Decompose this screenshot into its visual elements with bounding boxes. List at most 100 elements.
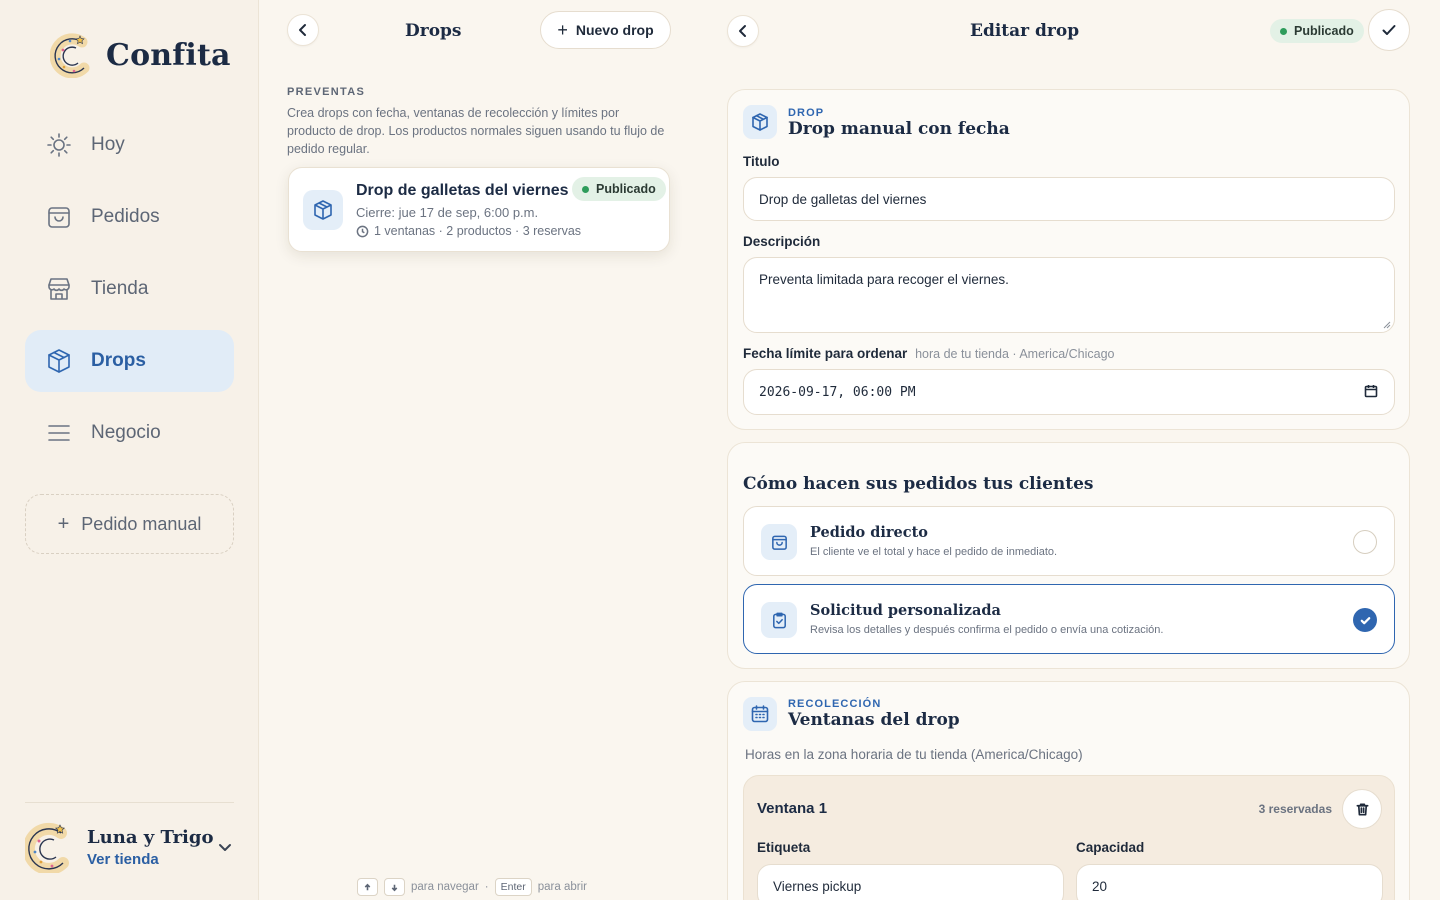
sidebar-item-pedidos[interactable]: Pedidos (25, 186, 234, 248)
drop-icon-tile (743, 105, 777, 139)
box-icon (48, 349, 70, 373)
editor-title: Editar drop (970, 21, 1080, 41)
sidebar-item-tienda[interactable]: Tienda (25, 258, 234, 320)
drop-card-meta-text: 1 ventanas · 2 productos · 3 reservas (374, 224, 582, 238)
section-eyebrow: PREVENTAS (287, 86, 366, 98)
plus-icon: + (57, 512, 70, 535)
manual-order-button[interactable]: + Pedido manual (25, 494, 234, 554)
drop-card-heading: Drop manual con fecha (788, 119, 1010, 139)
box-icon (752, 113, 768, 131)
main-nav: Hoy Pedidos Tienda Drops Negocio (25, 114, 234, 474)
drop-card-close: Cierre: jue 17 de sep, 6:00 p.m. (356, 205, 539, 220)
window-label-input[interactable]: Viernes pickup (757, 864, 1064, 900)
check-icon (1382, 25, 1396, 35)
edit-drop-pane: Editar drop Publicado DROP Drop manual c… (710, 0, 1440, 900)
deadline-datetime-input[interactable]: 2026-09-17, 06:00 PM (743, 369, 1395, 415)
section-description: Crea drops con fecha, ventanas de recole… (287, 106, 665, 156)
sidebar-item-label: Pedidos (91, 206, 160, 227)
drop-card-title: Drop de galletas del viernes (356, 182, 569, 199)
bag-icon (48, 207, 70, 228)
chevron-left-icon (299, 24, 306, 36)
deadline-label-text: Fecha límite para ordenar (743, 346, 908, 361)
drop-card[interactable]: Drop de galletas del viernes Publicado C… (288, 167, 670, 252)
radio-selected[interactable] (1353, 608, 1377, 632)
option-desc: El cliente ve el total y hace el pedido … (810, 546, 1058, 558)
window-capacity-value: 20 (1092, 878, 1108, 894)
description-textarea[interactable]: Preventa limitada para recoger el vierne… (743, 257, 1395, 333)
store-name: Luna y Trigo (87, 826, 214, 848)
sidebar-item-label: Tienda (91, 278, 149, 299)
arrow-down-key (384, 878, 405, 896)
calendar-icon-tile (743, 697, 777, 731)
delete-window-button[interactable] (1342, 789, 1382, 829)
clock-icon (356, 225, 369, 237)
store-avatar (25, 822, 69, 873)
list-title: Drops (405, 21, 462, 41)
store-profile[interactable]: Luna y Trigo Ver tienda (25, 820, 240, 874)
menu-icon (48, 425, 70, 441)
trash-icon (1356, 803, 1368, 815)
option-direct-order[interactable]: Pedido directo El cliente ve el total y … (743, 506, 1395, 576)
order-mode-title: Cómo hacen sus pedidos tus clientes (743, 474, 1094, 494)
radio-unselected[interactable] (1353, 530, 1377, 554)
new-drop-label: Nuevo drop (575, 22, 654, 38)
back-button[interactable] (287, 14, 319, 46)
window-capacity-input[interactable]: 20 (1076, 864, 1383, 900)
view-store-link[interactable]: Ver tienda (87, 851, 213, 868)
enter-key: Enter (494, 878, 532, 896)
brand[interactable]: Confita (50, 32, 231, 78)
title-input[interactable]: Drop de galletas del viernes (743, 177, 1395, 221)
pickup-window: Ventana 1 3 reservadas Etiqueta Capacida… (743, 775, 1395, 900)
check-icon (1360, 616, 1370, 624)
profile-text: Luna y Trigo Ver tienda (87, 827, 213, 868)
arrow-up-key (357, 878, 378, 896)
chevron-left-icon (739, 25, 746, 37)
save-button[interactable] (1368, 9, 1410, 51)
store-icon (48, 278, 70, 300)
pickup-hint: Horas en la zona horaria de tu tienda (A… (745, 747, 1083, 762)
bag-icon (771, 535, 787, 550)
option-title: Pedido directo (810, 524, 928, 541)
arrow-down-icon (391, 884, 398, 891)
title-label: Titulo (743, 154, 780, 169)
deadline-value: 2026-09-17, 06:00 PM (759, 384, 916, 400)
box-icon (314, 200, 332, 220)
drop-card-meta: 1 ventanas · 2 productos · 3 reservas (356, 224, 581, 238)
editor-back-button[interactable] (727, 15, 759, 47)
pickup-title: Ventanas del drop (788, 710, 960, 730)
drops-list-pane: Drops + Nuevo drop PREVENTAS Crea drops … (259, 0, 699, 900)
calendar-icon[interactable] (1364, 384, 1378, 398)
sun-icon (47, 133, 71, 157)
title-input-value: Drop de galletas del viernes (759, 191, 927, 207)
status-label: Publicado (596, 182, 656, 196)
option-desc: Revisa los detalles y después confirma e… (810, 624, 1164, 636)
resize-grip-icon[interactable] (1383, 321, 1391, 329)
keyboard-hint: para navegar · Enter para abrir (357, 878, 587, 896)
status-badge: Publicado (572, 177, 666, 201)
sidebar-item-drops[interactable]: Drops (25, 330, 234, 392)
manual-order-label: Pedido manual (81, 513, 202, 534)
plus-icon: + (557, 19, 568, 40)
hint-nav: para navegar (411, 881, 479, 893)
option-title: Solicitud personalizada (810, 602, 1001, 619)
window-label-value: Viernes pickup (773, 878, 862, 894)
order-mode-card: Cómo hacen sus pedidos tus clientes Pedi… (727, 442, 1410, 669)
sidebar-item-hoy[interactable]: Hoy (25, 114, 234, 176)
drop-eyebrow: DROP (788, 107, 825, 119)
window-reserved-count: 3 reservadas (1258, 802, 1332, 816)
new-drop-button[interactable]: + Nuevo drop (540, 11, 671, 49)
sidebar-item-label: Negocio (91, 422, 161, 443)
chevron-down-icon[interactable] (216, 838, 234, 856)
hint-dot: · (484, 881, 489, 893)
window-name: Ventana 1 (757, 800, 828, 817)
status-dot (1280, 27, 1287, 35)
calendar-icon (751, 705, 769, 723)
window-label-label: Etiqueta (757, 840, 811, 855)
sidebar-item-negocio[interactable]: Negocio (25, 402, 234, 464)
drop-icon-tile (303, 190, 343, 230)
option-custom-request[interactable]: Solicitud personalizada Revisa los detal… (743, 584, 1395, 654)
hint-open: para abrir (537, 881, 587, 893)
arrow-up-icon (364, 883, 371, 890)
sidebar-item-label: Drops (91, 350, 146, 371)
confita-logo-icon (50, 33, 90, 78)
